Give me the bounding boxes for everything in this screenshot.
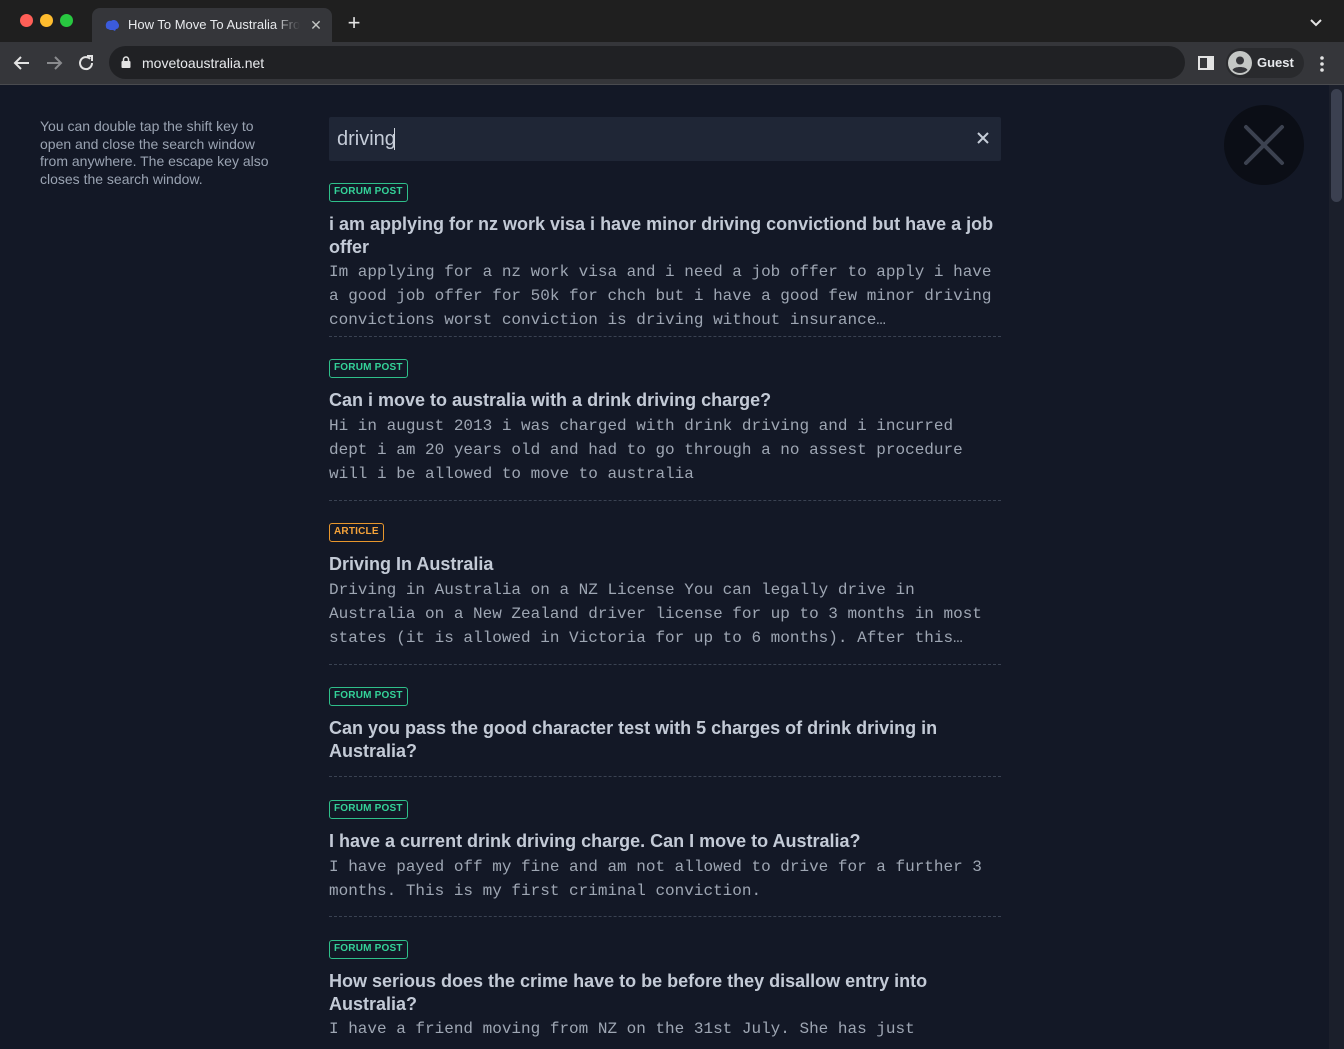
page-scrollbar[interactable] [1329,85,1344,1049]
site-favicon-icon [105,19,120,31]
search-box[interactable] [329,117,1001,161]
result-excerpt: Hi in august 2013 i was charged with dri… [329,416,963,483]
result-excerpt: Im applying for a nz work visa and i nee… [329,263,992,329]
window-close-button[interactable] [20,14,33,27]
search-input[interactable] [337,117,957,161]
window-minimize-button[interactable] [40,14,53,27]
search-result-item[interactable]: FORUM POST Can you pass the good charact… [329,665,1001,777]
result-type-badge: FORUM POST [329,359,408,378]
clear-search-icon[interactable] [975,130,991,146]
url-text: movetoaustralia.net [142,55,265,71]
result-type-badge: FORUM POST [329,800,408,819]
back-arrow-icon[interactable] [10,51,34,75]
tab-close-icon[interactable]: ✕ [308,17,324,33]
search-result-item[interactable]: FORUM POST i am applying for nz work vis… [329,181,1001,337]
address-bar[interactable]: movetoaustralia.net [109,46,1185,79]
side-panel-icon[interactable] [1198,55,1214,71]
search-result-item[interactable]: FORUM POST Can i move to australia with … [329,337,1001,501]
close-search-button[interactable] [1224,105,1304,185]
result-title[interactable]: How serious does the crime have to be be… [329,970,1001,1015]
reload-icon[interactable] [74,51,98,75]
search-results: FORUM POST i am applying for nz work vis… [329,181,1001,1049]
result-title[interactable]: Driving In Australia [329,553,1001,576]
browser-toolbar: movetoaustralia.net Guest [0,42,1344,85]
browser-tab[interactable]: How To Move To Australia From New Zealan… [92,8,332,42]
new-tab-button[interactable]: + [342,12,366,36]
result-type-badge: FORUM POST [329,940,408,959]
window-maximize-button[interactable] [60,14,73,27]
tab-title: How To Move To Australia From New Zealan… [128,17,300,32]
lock-icon[interactable] [121,56,131,68]
result-excerpt: Driving in Australia on a NZ License You… [329,580,982,647]
search-result-item[interactable]: FORUM POST How serious does the crime ha… [329,917,1001,1049]
result-title[interactable]: Can you pass the good character test wit… [329,717,1001,762]
browser-menu-icon[interactable] [1316,54,1328,74]
close-icon [1244,125,1284,165]
search-shortcut-hint: You can double tap the shift key to open… [40,118,269,187]
scrollbar-thumb[interactable] [1331,89,1342,202]
browser-chrome: How To Move To Australia From New Zealan… [0,0,1344,85]
result-type-badge: FORUM POST [329,183,408,202]
forward-arrow-icon[interactable] [42,51,66,75]
result-type-badge: FORUM POST [329,687,408,706]
profile-button[interactable]: Guest [1226,48,1304,78]
result-type-badge: ARTICLE [329,523,384,542]
search-result-item[interactable]: ARTICLE Driving In Australia Driving in … [329,501,1001,665]
search-overlay: You can double tap the shift key to open… [0,85,1344,1049]
search-result-item[interactable]: FORUM POST I have a current drink drivin… [329,777,1001,917]
text-caret [394,128,395,150]
tab-strip: How To Move To Australia From New Zealan… [0,0,1344,42]
result-excerpt: I have payed off my fine and am not allo… [329,857,982,900]
result-title[interactable]: i am applying for nz work visa i have mi… [329,213,1001,258]
result-excerpt: I have a friend moving from NZ on the 31… [329,1020,915,1038]
result-title[interactable]: I have a current drink driving charge. C… [329,830,1001,853]
tab-search-chevron-icon[interactable] [1308,14,1324,30]
result-title[interactable]: Can i move to australia with a drink dri… [329,389,1001,412]
profile-label: Guest [1257,55,1294,70]
avatar-icon [1228,51,1252,75]
